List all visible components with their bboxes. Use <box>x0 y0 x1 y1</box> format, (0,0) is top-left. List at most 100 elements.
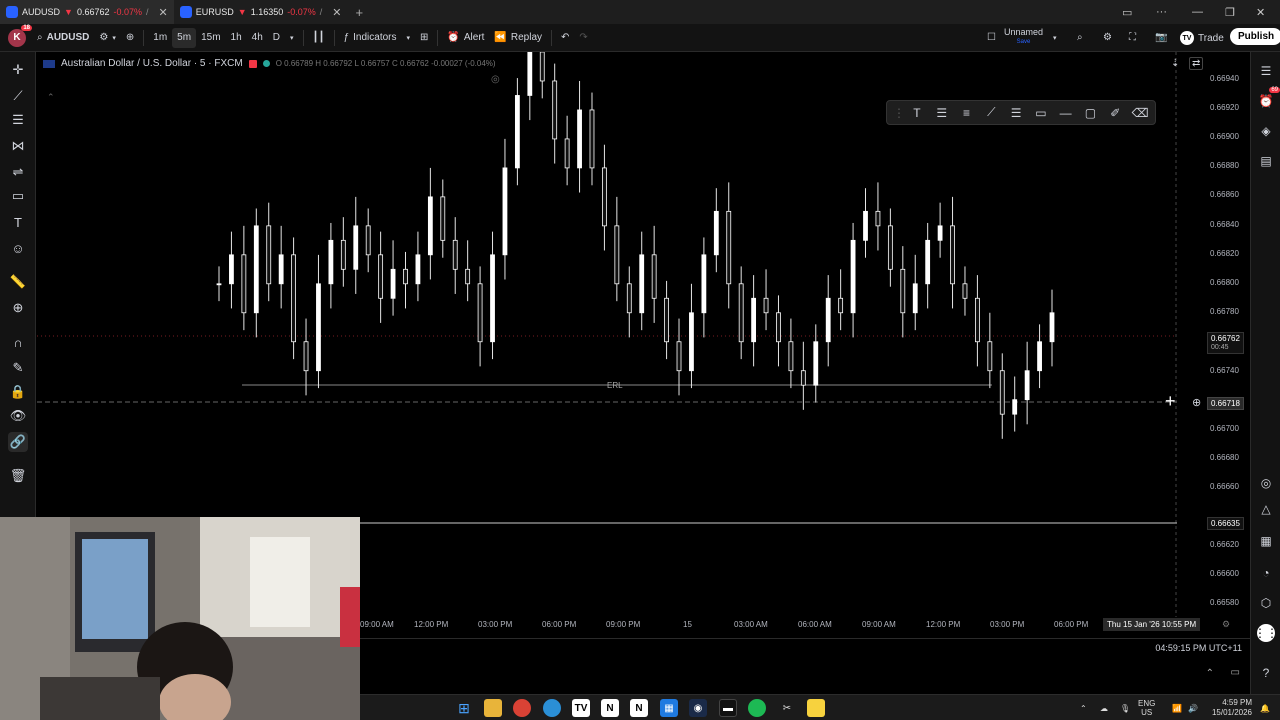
layout-toggle[interactable]: ☐ <box>982 24 1001 52</box>
lock-icon[interactable]: 🔒 <box>8 382 28 402</box>
collapse-legend-icon[interactable]: ⌃ <box>47 92 55 103</box>
alerts-icon[interactable]: ⏰ 69 <box>1257 87 1280 110</box>
avatar[interactable]: K 18 <box>8 24 32 47</box>
chart-settings-icon[interactable]: ⇄ <box>1189 57 1204 70</box>
shape-tool-icon[interactable]: ▭ <box>8 186 28 206</box>
timezone-clock[interactable]: 04:59:15 PM UTC+11 <box>1155 643 1242 653</box>
signal-icon[interactable]: ◔ <box>1257 564 1275 582</box>
alert-button[interactable]: ⏰ Alert <box>442 24 489 52</box>
interval-15m[interactable]: 15m <box>196 24 225 52</box>
trend-line-icon[interactable]: ⟋ <box>982 105 1000 120</box>
file-explorer-icon[interactable] <box>484 699 502 717</box>
wifi-icon[interactable]: 📶 <box>1172 695 1182 720</box>
spotify-icon[interactable] <box>748 699 766 717</box>
browser-tab-eurusd[interactable]: EURUSD ▼ 1.16350 -0.07% / ✕ <box>174 0 348 24</box>
rectangle-icon[interactable]: ▭ <box>1032 106 1050 120</box>
ruler-tool-icon[interactable]: 📏 <box>8 272 28 292</box>
text-icon[interactable]: T <box>908 106 926 120</box>
fullscreen-button[interactable]: ⛶ <box>1124 24 1141 52</box>
templates-button[interactable]: ⊞ <box>415 24 433 52</box>
text-tool-icon[interactable]: T <box>8 212 28 232</box>
drag-handle-icon[interactable]: ⋮ <box>893 106 905 120</box>
close-tab-icon[interactable]: ✕ <box>332 6 341 19</box>
snipping-tool-icon[interactable]: ✂ <box>778 699 796 717</box>
zoom-tool-icon[interactable]: ⊕ <box>8 298 28 318</box>
scroll-down-icon[interactable]: ⇣ <box>1171 58 1179 69</box>
eraser-icon[interactable]: ⌫ <box>1131 106 1149 120</box>
trash-icon[interactable]: 🗑 <box>8 466 28 486</box>
publish-button[interactable]: Publish <box>1230 28 1280 45</box>
link-icon[interactable]: 🔗 <box>8 432 28 452</box>
maximize-panel-icon[interactable]: ▭ <box>1231 667 1240 678</box>
language-indicator[interactable]: ENG US <box>1138 695 1155 720</box>
interval-4h[interactable]: 4h <box>247 24 268 52</box>
layout-name-button[interactable]: Unnamed Save <box>1004 27 1043 47</box>
notification-bell-icon[interactable]: 🔔 <box>1260 695 1270 720</box>
compare-button[interactable]: ⚙ ▾ <box>94 24 120 52</box>
interval-dropdown[interactable]: ▾ <box>285 24 299 52</box>
notion-calendar-icon[interactable]: N <box>630 699 648 717</box>
chevron-up-icon[interactable]: ⌃ <box>1206 668 1214 679</box>
chrome-profile-icon[interactable] <box>543 699 561 717</box>
interval-1d[interactable]: D <box>268 24 285 52</box>
notifications-icon[interactable]: ⬡ <box>1257 594 1275 612</box>
windows-start-icon[interactable]: ⊞ <box>455 699 473 717</box>
layout-dropdown[interactable]: ▾ <box>1048 24 1062 52</box>
maximize-icon[interactable]: ❐ <box>1225 0 1235 24</box>
tradingview-app-icon[interactable]: TV <box>572 699 590 717</box>
photos-icon[interactable]: ▦ <box>660 699 678 717</box>
interval-1h[interactable]: 1h <box>226 24 247 52</box>
brush-icon[interactable]: ✐ <box>1106 106 1124 120</box>
apps-grid-icon[interactable]: ⋮⋮ <box>1254 624 1278 642</box>
more-icon[interactable]: ··· <box>1156 0 1167 24</box>
sticky-notes-icon[interactable] <box>807 699 825 717</box>
ideas-icon[interactable]: △ <box>1257 500 1275 518</box>
interval-1m[interactable]: 1m <box>148 24 172 52</box>
redo-button[interactable]: ↷ <box>574 24 592 52</box>
symbol-search-button[interactable]: ⌕ AUDUSD <box>32 24 94 52</box>
forecast-tool-icon[interactable]: ⇌ <box>8 162 28 182</box>
help-icon[interactable]: ? <box>1257 664 1275 682</box>
settings-button[interactable]: ⚙ <box>1098 24 1117 52</box>
horizontal-line-icon[interactable]: — <box>1057 106 1075 120</box>
chat-icon[interactable]: ▤ <box>1257 152 1275 170</box>
quick-search-button[interactable]: ⌕ <box>1072 24 1088 52</box>
horizontal-lines-icon[interactable]: ☰ <box>1007 106 1025 120</box>
steam-icon[interactable]: ◉ <box>689 699 707 717</box>
calendar-icon[interactable]: ▦ <box>1257 532 1275 550</box>
add-symbol-button[interactable]: ⊕ <box>121 24 139 52</box>
system-clock[interactable]: 4:59 PM 15/01/2026 <box>1208 695 1252 720</box>
fib-tool-icon[interactable]: ☰ <box>8 110 28 130</box>
layers-icon[interactable]: ◈ <box>1257 122 1275 140</box>
snapshot-button[interactable]: 📷 <box>1150 24 1172 52</box>
new-tab-button[interactable]: + <box>348 5 372 20</box>
eye-icon[interactable]: 👁 <box>8 406 28 426</box>
trade-button[interactable]: TV Trade <box>1174 28 1230 48</box>
pattern-tool-icon[interactable]: ⋈ <box>8 136 28 156</box>
undo-button[interactable]: ↶ <box>556 24 574 52</box>
microphone-icon[interactable]: 🎙 <box>1120 695 1130 720</box>
stay-drawing-icon[interactable]: ✎ <box>8 358 28 378</box>
scale-settings-icon[interactable]: ⚙ <box>1222 619 1230 630</box>
notion-icon[interactable]: N <box>601 699 619 717</box>
visibility-icon[interactable]: ◎ <box>491 74 500 85</box>
indicators-button[interactable]: ƒ Indicators ▾ <box>339 24 415 52</box>
magnet-tool-icon[interactable]: ∩ <box>8 332 28 352</box>
cast-icon[interactable]: ▭ <box>1122 0 1132 24</box>
close-window-icon[interactable]: ✕ <box>1256 0 1265 24</box>
callout-icon[interactable]: ▢ <box>1082 106 1100 120</box>
line-width-icon[interactable]: ≡ <box>958 106 976 120</box>
chrome-icon[interactable] <box>513 699 531 717</box>
volume-icon[interactable]: 🔊 <box>1188 695 1198 720</box>
watchlist-icon[interactable]: ☰ <box>1257 62 1275 80</box>
line-style-icon[interactable]: ☰ <box>933 106 951 120</box>
add-alert-plus-icon[interactable]: ⊕ <box>1192 396 1201 409</box>
capcut-icon[interactable]: ▬ <box>719 699 737 717</box>
emoji-tool-icon[interactable]: ☺ <box>8 238 28 258</box>
crosshair-tool-icon[interactable]: ✛ <box>8 60 28 80</box>
chart-type-button[interactable]: ┃┃ <box>308 24 330 52</box>
replay-button[interactable]: ⏪ Replay <box>489 24 547 52</box>
close-tab-icon[interactable]: ✕ <box>159 6 168 19</box>
target-icon[interactable]: ◎ <box>1257 474 1275 492</box>
tray-chevron-icon[interactable]: ⌃ <box>1080 695 1087 720</box>
